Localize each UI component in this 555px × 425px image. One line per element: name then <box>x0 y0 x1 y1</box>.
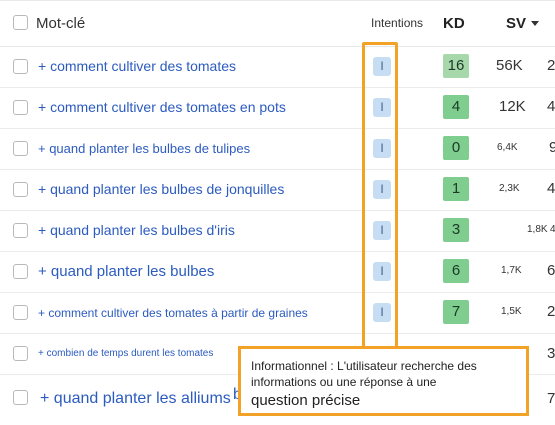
column-header-sv[interactable]: SV <box>506 15 526 32</box>
column-header-intentions[interactable]: Intentions <box>371 16 423 30</box>
truncated-column-value: 4 <box>550 224 555 235</box>
search-volume: 56K <box>496 57 523 74</box>
truncated-column-value: 2 <box>547 303 555 320</box>
row-checkbox[interactable] <box>13 264 28 279</box>
tooltip-text-line: informations ou une réponse à une <box>251 375 437 389</box>
row-checkbox[interactable] <box>13 141 28 156</box>
kd-score: 4 <box>443 95 469 119</box>
keyword-link[interactable]: + quand planter les bulbes d'iris <box>38 222 235 238</box>
truncated-column-value: 4 <box>547 180 555 197</box>
intent-tooltip: Informationnel : L'utilisateur recherche… <box>238 346 529 416</box>
kd-score: 1 <box>443 177 469 201</box>
search-volume: 12K <box>499 98 526 115</box>
column-header-keyword[interactable]: Mot-clé <box>36 15 85 32</box>
row-checkbox[interactable] <box>13 182 28 197</box>
row-checkbox[interactable] <box>13 223 28 238</box>
keyword-link[interactable]: + quand planter les alliums <box>40 390 231 408</box>
keyword-link[interactable]: + comment cultiver des tomates à partir … <box>38 306 308 320</box>
table-row: + quand planter les bulbes de jonquilles… <box>0 169 555 211</box>
tooltip-text-line: Informationnel : L'utilisateur recherche… <box>251 359 477 373</box>
table-row: + comment cultiver des tomates I 16 56K … <box>0 46 555 88</box>
kd-score: 16 <box>443 54 469 78</box>
tooltip-text-emphasis: question précise <box>251 392 361 409</box>
keyword-link[interactable]: + quand planter les bulbes de jonquilles <box>38 181 284 197</box>
search-volume: 6,4K <box>497 142 518 153</box>
search-volume: 1,5K <box>501 306 522 317</box>
keyword-link[interactable]: + comment cultiver des tomates en pots <box>38 99 286 115</box>
row-checkbox[interactable] <box>13 59 28 74</box>
row-checkbox[interactable] <box>13 100 28 115</box>
keyword-link[interactable]: + quand planter les bulbes <box>38 263 214 280</box>
keyword-link[interactable]: + comment cultiver des tomates <box>38 58 236 74</box>
truncated-column-value: 9 <box>549 139 555 156</box>
truncated-column-value: 4 <box>547 98 555 115</box>
table-row: + comment cultiver des tomates en pots I… <box>0 87 555 129</box>
table-row: + quand planter les bulbes d'iris I 3 1,… <box>0 210 555 252</box>
search-volume: 2,3K <box>499 183 520 194</box>
kd-score: 3 <box>443 218 469 242</box>
column-header-kd[interactable]: KD <box>443 15 465 32</box>
row-checkbox[interactable] <box>13 305 28 320</box>
table-row: + comment cultiver des tomates à partir … <box>0 292 555 334</box>
truncated-column-value: 6 <box>547 262 555 279</box>
kd-score: 6 <box>443 259 469 283</box>
intentions-column-highlight <box>362 42 398 354</box>
truncated-column-value: 7 <box>547 390 555 407</box>
kd-score: 7 <box>443 300 469 324</box>
search-volume: 1,8K <box>527 224 548 235</box>
table-row: + quand planter les bulbes I 6 1,7K 6 <box>0 251 555 293</box>
row-checkbox[interactable] <box>13 346 28 361</box>
truncated-column-value: 2 <box>547 57 555 74</box>
keyword-link[interactable]: + combien de temps durent les tomates <box>38 348 213 359</box>
table-header: Mot-clé Intentions KD SV <box>0 0 555 47</box>
kd-score: 0 <box>443 136 469 160</box>
select-all-checkbox[interactable] <box>13 15 28 30</box>
search-volume: 1,7K <box>501 265 522 276</box>
row-checkbox[interactable] <box>13 390 28 405</box>
table-row: + quand planter les bulbes de tulipes I … <box>0 128 555 170</box>
truncated-column-value: 3 <box>547 345 555 362</box>
sort-desc-icon[interactable] <box>531 21 539 26</box>
keyword-link[interactable]: + quand planter les bulbes de tulipes <box>38 141 250 156</box>
